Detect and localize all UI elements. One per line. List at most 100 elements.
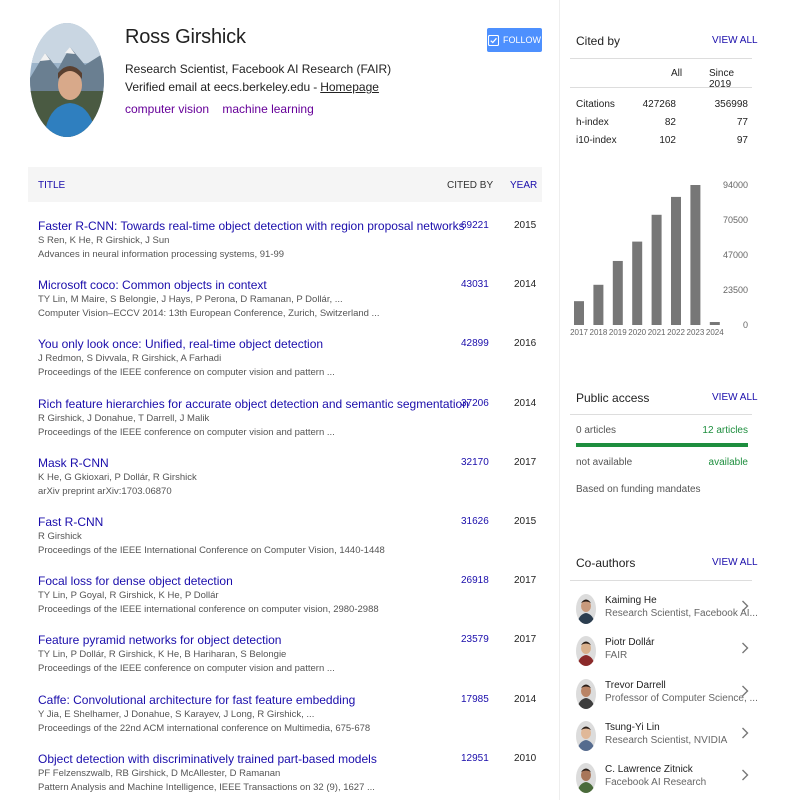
coauthor-avatar [576, 678, 596, 709]
coauthor-name: Trevor Darrell [605, 679, 666, 691]
chart-bar-2018[interactable] [593, 284, 604, 325]
coauthor-avatar [576, 763, 596, 794]
article-year: 2014 [514, 397, 537, 409]
chart-bar-2021[interactable] [651, 214, 662, 325]
cited-by-count-link[interactable]: 12951 [461, 753, 489, 764]
coauthor-item[interactable]: Piotr Dollár FAIR [576, 634, 752, 672]
article-title-link[interactable]: Microsoft coco: Common objects in contex… [38, 278, 267, 292]
public-access-bar [576, 443, 748, 447]
article-title-link[interactable]: Mask R-CNN [38, 456, 109, 470]
cited-by-count-link[interactable]: 43031 [461, 279, 489, 290]
chevron-right-icon [742, 727, 749, 739]
chart-bar-2020[interactable] [632, 241, 643, 325]
article-row: Feature pyramid networks for object dete… [38, 633, 542, 692]
chart-bar-2024[interactable] [709, 322, 720, 325]
cited-by-view-all[interactable]: VIEW ALL [712, 35, 758, 46]
metric-all: 427268 [642, 99, 676, 110]
cited-by-count-link[interactable]: 26918 [461, 575, 489, 586]
coauthor-item[interactable]: Tsung-Yi Lin Research Scientist, NVIDIA [576, 719, 752, 757]
article-authors: J Redmon, S Divvala, R Girshick, A Farha… [38, 353, 222, 365]
chart-bar-2017[interactable] [574, 301, 584, 325]
article-year: 2017 [514, 456, 537, 468]
metric-label: i10-index [576, 135, 617, 146]
coauthor-avatar [576, 720, 596, 751]
chevron-right-icon [742, 642, 749, 654]
article-title-link[interactable]: Focal loss for dense object detection [38, 574, 233, 588]
coauthor-name: Piotr Dollár [605, 637, 655, 649]
article-year: 2014 [514, 693, 537, 705]
article-title-link[interactable]: Fast R-CNN [38, 515, 103, 529]
sort-by-year[interactable]: YEAR [510, 180, 537, 191]
coauthor-name: Kaiming He [605, 595, 657, 606]
metric-all: 82 [664, 117, 676, 128]
metric-label: Citations [576, 99, 615, 110]
article-title-link[interactable]: Rich feature hierarchies for accurate ob… [38, 397, 469, 411]
metric-label: h-index [576, 117, 609, 128]
homepage-link[interactable]: Homepage [320, 80, 379, 94]
coauthor-avatar [576, 636, 596, 667]
profile-photo [30, 23, 104, 137]
cited-by-count-link[interactable]: 17985 [461, 694, 489, 705]
article-venue: Proceedings of the IEEE conference on co… [38, 426, 335, 438]
article-title-link[interactable]: Caffe: Convolutional architecture for fa… [38, 693, 355, 707]
cited-by-count-link[interactable]: 69221 [461, 220, 489, 231]
article-title-link[interactable]: Feature pyramid networks for object dete… [38, 633, 281, 647]
article-title-link[interactable]: Faster R-CNN: Towards real-time object d… [38, 219, 465, 233]
coauthor-item[interactable]: Kaiming He Research Scientist, Facebook A… [576, 592, 758, 630]
chart-x-tick: 2017 [570, 328, 588, 337]
interest-link[interactable]: machine learning [222, 102, 313, 116]
available-label: available [708, 457, 748, 468]
article-title-link[interactable]: Object detection with discriminatively t… [38, 752, 377, 766]
article-year: 2017 [514, 634, 537, 646]
article-venue: Proceedings of the IEEE international co… [38, 604, 379, 616]
article-venue: Proceedings of the 22nd ACM internationa… [38, 722, 371, 734]
coauthor-avatar [576, 594, 596, 624]
article-authors: Y Jia, E Shelhamer, J Donahue, S Karayev… [38, 708, 315, 720]
divider [570, 58, 752, 59]
coauthors-view-all[interactable]: VIEW ALL [712, 557, 758, 568]
article-year: 2017 [514, 575, 537, 587]
chart-x-tick: 2024 [706, 328, 724, 337]
coauthor-item[interactable]: Trevor Darrell Professor of Computer Scie… [576, 677, 758, 715]
public-access-view-all[interactable]: VIEW ALL [712, 392, 758, 403]
divider [570, 580, 752, 581]
sort-by-cited[interactable]: CITED BY [447, 180, 493, 191]
available-count[interactable]: 12 articles [702, 425, 748, 436]
article-row: Fast R-CNN R Girshick Proceedings of the I… [38, 515, 542, 574]
article-authors: R Girshick [38, 531, 82, 542]
chevron-right-icon [742, 685, 749, 697]
chart-x-tick: 2023 [687, 328, 705, 337]
articles-table-header: TITLE CITED BY YEAR [28, 167, 542, 202]
article-row: Caffe: Convolutional architecture for fa… [38, 693, 542, 752]
not-available-label: not available [576, 457, 633, 468]
cited-by-count-link[interactable]: 42899 [461, 338, 489, 349]
cited-by-count-link[interactable]: 37206 [461, 398, 489, 409]
article-venue: Computer Vision–ECCV 2014: 13th European… [38, 308, 380, 320]
chart-x-tick: 2018 [590, 328, 608, 337]
chart-bar-2019[interactable] [612, 260, 623, 325]
chevron-right-icon [742, 769, 749, 781]
article-venue: Proceedings of the IEEE conference on co… [38, 367, 335, 379]
article-venue: Proceedings of the IEEE conference on co… [38, 663, 335, 675]
coauthor-item[interactable]: C. Lawrence Zitnick Facebook AI Research [576, 761, 752, 799]
chevron-right-icon [742, 600, 749, 612]
chart-bar-2023[interactable] [690, 185, 701, 325]
cited-by-count-link[interactable]: 31626 [461, 516, 489, 527]
chart-bar-2022[interactable] [671, 196, 681, 325]
coauthor-affiliation: Research Scientist, Facebook AI... [605, 608, 758, 619]
article-year: 2014 [514, 279, 537, 291]
article-authors: S Ren, K He, R Girshick, J Sun [38, 235, 170, 246]
cited-by-count-link[interactable]: 32170 [461, 457, 489, 468]
chart-y-tick: 70500 [723, 215, 748, 225]
verified-email: Verified email at eecs.berkeley.edu [125, 80, 311, 94]
article-title-link[interactable]: You only look once: Unified, real-time o… [38, 337, 323, 351]
follow-button[interactable]: FOLLOW [487, 28, 542, 52]
coauthor-affiliation: Facebook AI Research [605, 777, 707, 789]
article-row: Rich feature hierarchies for accurate ob… [38, 397, 542, 456]
not-available-count[interactable]: 0 articles [576, 425, 616, 436]
email-separator: - [313, 80, 318, 94]
cited-by-count-link[interactable]: 23579 [461, 634, 489, 645]
sort-by-title[interactable]: TITLE [38, 180, 65, 191]
divider [570, 414, 752, 415]
interest-link[interactable]: computer vision [125, 102, 209, 116]
